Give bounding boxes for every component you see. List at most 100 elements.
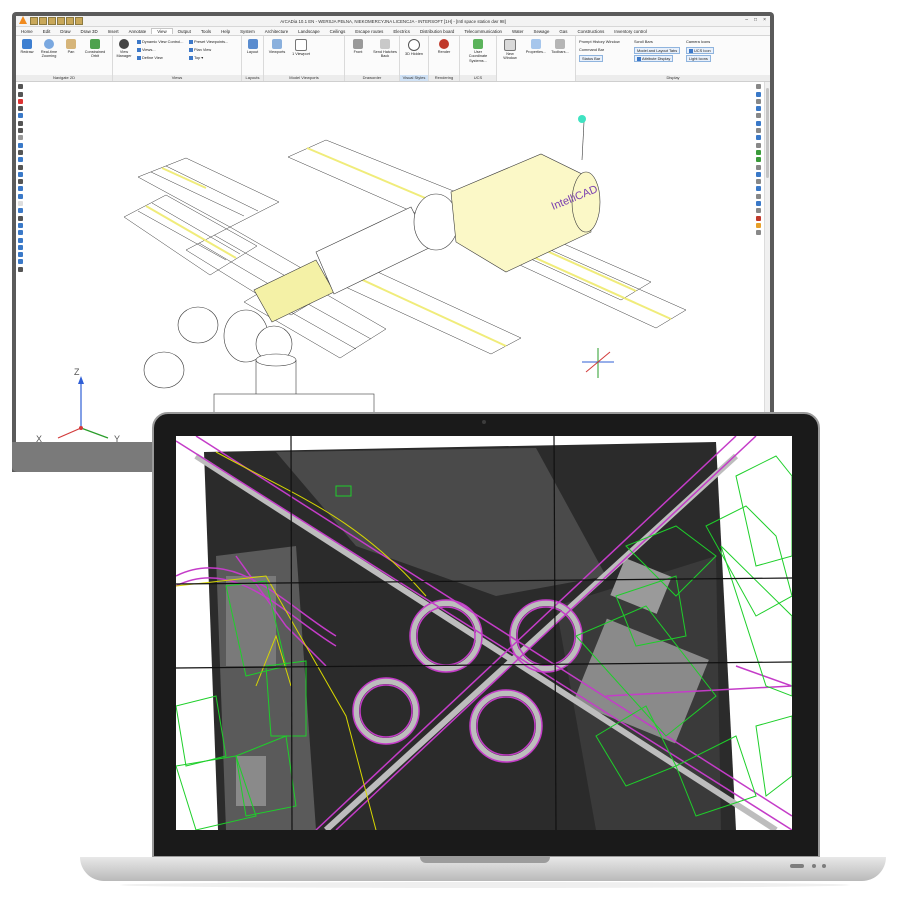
preset-viewpoints-button[interactable]: Preset Viewpoints...: [189, 39, 228, 44]
laptop-led-icon: [822, 864, 826, 868]
extend-tool-icon[interactable]: [756, 149, 761, 155]
view-select-dropdown[interactable]: Top ▾: [189, 55, 203, 60]
fillet-tool-icon[interactable]: [756, 171, 761, 177]
toolbars-button[interactable]: Toolbars...: [549, 39, 571, 54]
viewports-button[interactable]: Viewports: [266, 39, 288, 54]
tab-water[interactable]: Water: [507, 29, 529, 34]
bring-front-button[interactable]: Front: [347, 39, 369, 54]
plan-view-button[interactable]: Plan View: [189, 47, 211, 52]
pan-button[interactable]: Pan: [60, 39, 82, 54]
tab-escape-routes[interactable]: Escape routes: [350, 29, 388, 34]
close-button[interactable]: ×: [763, 17, 766, 23]
undo-icon[interactable]: [66, 17, 74, 25]
tab-home[interactable]: Home: [16, 29, 38, 34]
model-layout-tabs-toggle[interactable]: Model and Layout Tabs: [634, 47, 681, 54]
break-tool-icon[interactable]: [756, 157, 761, 163]
ribbon-group-window: New Window Properties... Toolbars...: [497, 36, 576, 81]
tab-system[interactable]: System: [235, 29, 260, 34]
ucs-cross: [582, 348, 614, 378]
prompt-history-toggle[interactable]: Prompt History Window: [579, 39, 620, 44]
tab-tools[interactable]: Tools: [196, 29, 216, 34]
minimize-button[interactable]: –: [745, 17, 748, 23]
one-viewport-button[interactable]: 1 Viewport: [290, 39, 312, 56]
redo-icon[interactable]: [75, 17, 83, 25]
properties-tool-icon[interactable]: [756, 193, 761, 199]
tab-inventory-control[interactable]: Inventory control: [609, 29, 651, 34]
vertical-scrollbar[interactable]: [764, 82, 770, 442]
ucs-z-label: Z: [74, 367, 80, 377]
array-tool-icon[interactable]: [756, 106, 761, 112]
measure-tool-icon[interactable]: [756, 208, 761, 214]
stretch-tool-icon[interactable]: [756, 135, 761, 141]
ribbon-group-ucs: User Coordinate Systems... UCS: [460, 36, 497, 81]
light-icons-toggle[interactable]: Light Icons: [686, 55, 711, 62]
camera-icons-toggle[interactable]: Camera Icons: [686, 39, 710, 44]
color-tool-icon[interactable]: [756, 222, 761, 228]
layout-button[interactable]: Layout: [242, 39, 263, 54]
render-button[interactable]: Render: [433, 39, 455, 54]
view-manager-button[interactable]: View Manager: [113, 39, 135, 59]
new-window-button[interactable]: New Window: [499, 39, 521, 61]
render-teapot-icon: [439, 39, 449, 49]
tab-insert[interactable]: Insert: [103, 29, 124, 34]
status-bar-toggle[interactable]: Status Bar: [579, 55, 604, 62]
tab-gas[interactable]: Gas: [554, 29, 572, 34]
trim-tool-icon[interactable]: [756, 142, 761, 148]
mirror-tool-icon[interactable]: [756, 91, 761, 97]
redraw-button[interactable]: Redraw: [16, 39, 38, 54]
tab-sewage[interactable]: Sewage: [529, 29, 555, 34]
tab-ceilings[interactable]: Ceilings: [325, 29, 351, 34]
copy-tool-icon[interactable]: [756, 84, 761, 90]
single-viewport-icon: [295, 39, 307, 51]
move-tool-icon[interactable]: [756, 113, 761, 119]
maximize-button[interactable]: □: [754, 17, 757, 23]
send-hatches-back-button[interactable]: Send Hatches Back: [371, 39, 399, 59]
layer-tool-icon[interactable]: [756, 215, 761, 221]
scale-tool-icon[interactable]: [756, 128, 761, 134]
laptop-screen-map-view[interactable]: [176, 436, 792, 830]
layout-icon: [247, 39, 258, 49]
tab-draw[interactable]: Draw: [55, 29, 75, 34]
new-file-icon[interactable]: [30, 17, 38, 25]
chamfer-tool-icon[interactable]: [756, 164, 761, 170]
erase-tool-icon[interactable]: [756, 186, 761, 192]
offset-tool-icon[interactable]: [756, 98, 761, 104]
tab-landscape[interactable]: Landscape: [293, 29, 324, 34]
scrollbar-thumb[interactable]: [766, 88, 769, 178]
tab-telecommunication[interactable]: Telecommunication: [459, 29, 507, 34]
tab-output[interactable]: Output: [173, 29, 196, 34]
tab-help[interactable]: Help: [216, 29, 235, 34]
save-icon[interactable]: [48, 17, 56, 25]
views-button[interactable]: Views...: [137, 47, 156, 52]
tab-annotate[interactable]: Annotate: [124, 29, 152, 34]
open-file-icon[interactable]: [39, 17, 47, 25]
visual-style-dropdown[interactable]: 3D Hidden: [403, 39, 425, 56]
scroll-bars-toggle[interactable]: Scroll Bars: [634, 39, 653, 44]
tab-architecture[interactable]: Architecture: [260, 29, 293, 34]
ucs-icon-toggle[interactable]: UCS Icon: [686, 47, 714, 54]
tab-view[interactable]: View: [151, 28, 173, 34]
tab-draw-3d[interactable]: Draw 3D: [76, 29, 103, 34]
cad-drawing-canvas[interactable]: IntelliCAD Z X Y: [16, 82, 770, 442]
command-bar-toggle[interactable]: Command Bar: [579, 47, 604, 52]
tab-edit[interactable]: Edit: [38, 29, 56, 34]
linetype-tool-icon[interactable]: [756, 230, 761, 236]
tab-constructions[interactable]: Constructions: [572, 29, 609, 34]
define-view-button[interactable]: Define View: [137, 55, 163, 60]
realtime-zoom-button[interactable]: Real-time Zooming: [38, 39, 60, 59]
rotate-tool-icon[interactable]: [756, 120, 761, 126]
tab-distribution-board[interactable]: Distribution board: [415, 29, 459, 34]
ucs-button[interactable]: User Coordinate Systems...: [467, 39, 489, 63]
explode-tool-icon[interactable]: [756, 179, 761, 185]
attribute-display-toggle[interactable]: Attribute Display: [634, 55, 674, 62]
properties-button[interactable]: Properties...: [525, 39, 547, 54]
ribbon-group-label: Display: [576, 75, 770, 81]
dynamic-view-control-button[interactable]: Dynamic View Control...: [137, 39, 183, 44]
constrained-orbit-button[interactable]: Constrained Orbit: [84, 39, 106, 59]
tab-electrics[interactable]: Electrics: [388, 29, 415, 34]
iss-wireframe-model: IntelliCAD: [57, 115, 687, 439]
antenna-light: [578, 115, 586, 123]
print-icon[interactable]: [57, 17, 65, 25]
match-props-icon[interactable]: [756, 201, 761, 207]
ribbon-group-label: Navigate 2D: [16, 75, 112, 81]
